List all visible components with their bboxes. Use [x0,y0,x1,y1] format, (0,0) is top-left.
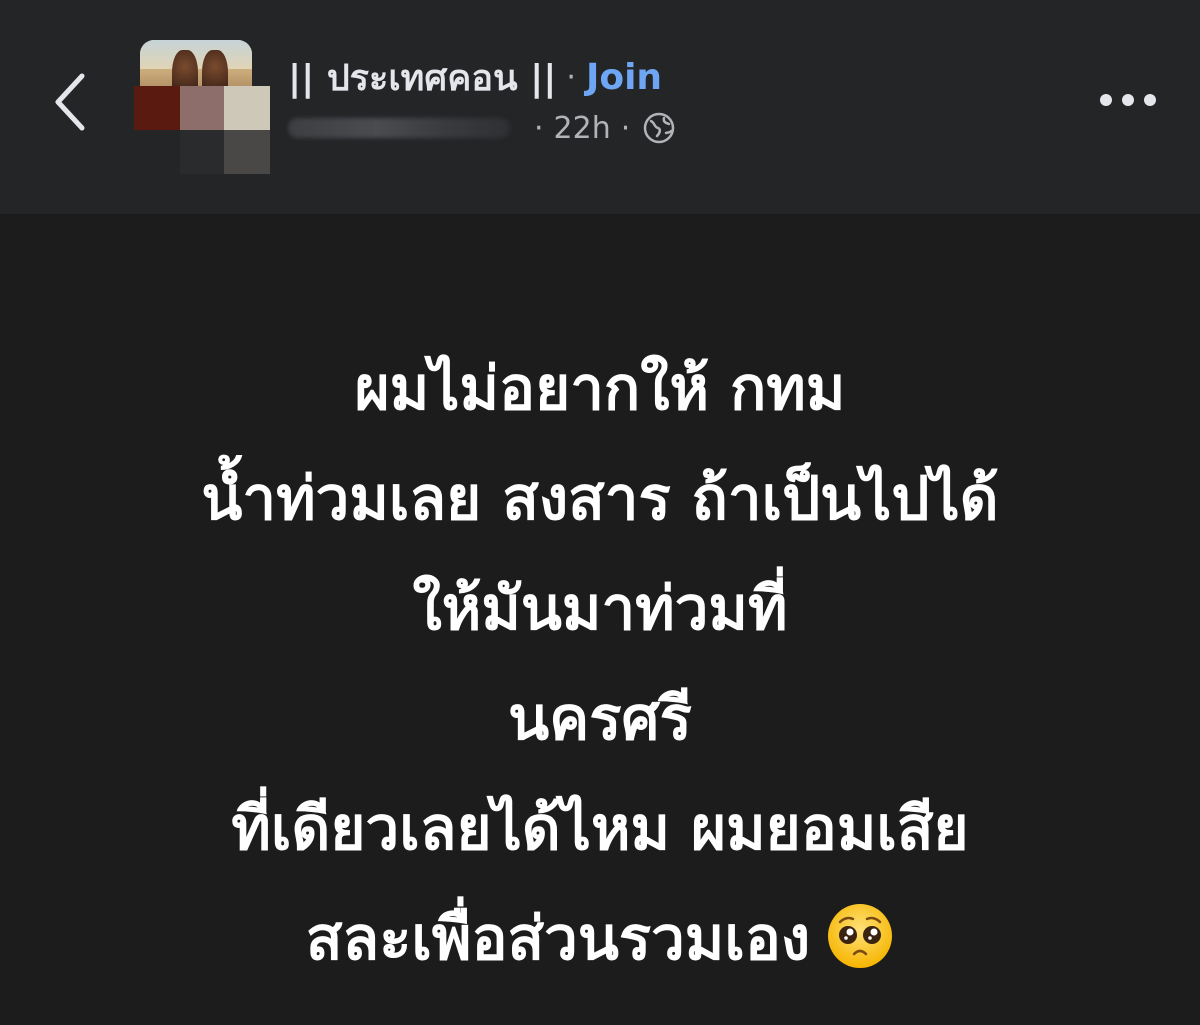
pleading-face-icon [828,904,893,969]
post-line: ให้มันมาท่วมที่ [412,574,788,644]
join-button[interactable]: Join [586,57,662,98]
separator-dot: · [566,59,576,95]
more-options-button[interactable] [1092,78,1164,122]
group-name[interactable]: || ประเทศคอน || [288,49,556,106]
meta-separator-dot: · [534,110,544,146]
post-timestamp[interactable]: 22h [554,111,611,146]
chevron-left-icon [55,73,85,131]
post-line: นครศรี [508,684,692,754]
post-line: น้ำท่วมเลย สงสาร ถ้าเป็นไปได้ [201,464,999,534]
post-line-text: สละเพื่อส่วนรวมเอง [305,904,811,974]
author-name[interactable] [288,118,510,138]
post-meta: · 22h · [288,106,676,150]
author-avatar[interactable] [134,86,270,174]
meta-separator-dot-2: · [620,110,631,146]
back-button[interactable] [40,62,104,142]
globe-icon [644,112,675,144]
post-line: ผมไม่อยากให้ กทม [354,354,846,424]
post-line: ที่เดียวเลยได้ไหม ผมยอมเสีย [231,794,969,864]
group-name-line: || ประเทศคอน || · Join [288,52,662,102]
post-text: ผมไม่อยากให้ กทม น้ำท่วมเลย สงสาร ถ้าเป็… [60,334,1140,994]
post-viewer: || ประเทศคอน || · Join · 22h · ผมไม่อยาก… [0,0,1200,1025]
post-content: ผมไม่อยากให้ กทม น้ำท่วมเลย สงสาร ถ้าเป็… [0,214,1200,1025]
post-header: || ประเทศคอน || · Join · 22h · [0,0,1200,214]
post-line-last: สละเพื่อส่วนรวมเอง [60,884,1140,994]
